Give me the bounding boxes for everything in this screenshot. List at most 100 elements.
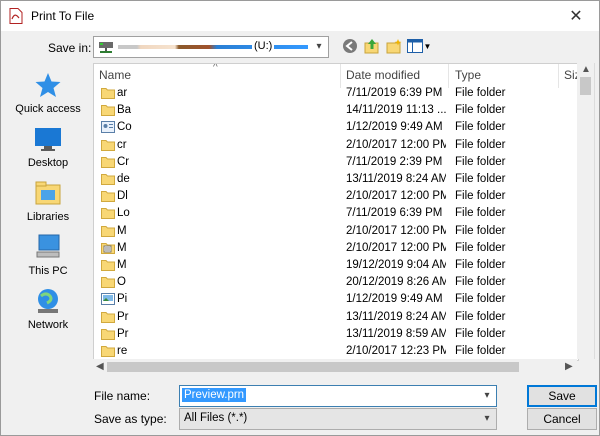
folder-icon [101,225,115,237]
file-name-cell: ar [117,87,128,99]
file-date-cell: 2/10/2017 12:00 PM [346,224,446,237]
folder-icon [101,260,115,271]
table-row[interactable]: O 20/12/2019 8:26 AM File folder [94,274,578,291]
folder-icon [101,174,115,185]
file-date-cell: 13/11/2019 8:24 AM [346,310,446,323]
chevron-down-icon[interactable]: ▾ [480,411,494,425]
save-button[interactable]: Save [527,385,597,407]
file-name-cell: cr [117,138,127,151]
file-type-cell: File folder [455,190,506,203]
file-type-cell: File folder [455,224,506,237]
save-in-combobox[interactable]: (U:) ▾ [93,36,329,58]
chevron-down-icon[interactable]: ▾ [480,388,494,402]
folder-icon [101,139,115,151]
table-row[interactable]: Pr 13/11/2019 8:24 AM File folder [94,309,578,326]
file-name-cell: de [117,173,130,185]
up-folder-button[interactable] [363,37,381,55]
table-row[interactable]: M 19/12/2019 9:04 AM File folder [94,257,578,274]
save-in-label: Save in: [48,41,92,55]
chevron-down-icon[interactable]: ▾ [312,39,326,53]
table-row[interactable]: Ba 14/11/2019 11:13 ... File folder [94,102,578,119]
view-menu-button[interactable]: ▼ [406,37,432,55]
table-row[interactable]: M 2/10/2017 12:00 PM File folder [94,240,578,257]
table-row[interactable]: de 13/11/2019 8:24 AM File folder [94,171,578,188]
scroll-right-arrow-icon[interactable]: ▶ [565,361,573,372]
pictures-folder-icon [101,293,115,306]
folder-icon [101,88,115,99]
folder-icon [101,328,115,340]
libraries-icon [35,181,61,205]
file-type-cell: File folder [455,121,506,134]
file-name-cell: Co [117,121,132,134]
file-date-cell: 7/11/2019 2:39 PM [346,155,443,168]
file-name-cell: Lo [117,207,130,220]
file-type-cell: File folder [455,327,506,340]
table-row[interactable]: Co 1/12/2019 9:49 AM File folder [94,119,578,136]
file-name-cell: O [117,276,126,289]
table-row[interactable]: Pr 13/11/2019 8:59 AM File folder [94,326,578,343]
table-row[interactable]: Lo 7/11/2019 6:39 PM File folder [94,205,578,222]
vertical-scroll-thumb[interactable] [580,77,591,95]
desktop-icon [35,128,61,151]
place-network[interactable]: Network [9,287,87,331]
table-row[interactable]: ar 7/11/2019 6:39 PM File folder [94,85,578,102]
file-name-cell: Dl [117,190,128,203]
save-as-type-select[interactable]: All Files (*.*) ▾ [179,408,497,430]
file-name-cell: M [117,241,127,254]
new-folder-button[interactable] [385,37,403,55]
table-row[interactable]: Pi 1/12/2019 9:49 AM File folder [94,291,578,308]
place-quick-access[interactable]: Quick access [9,71,87,115]
folder-icon [101,311,115,323]
file-date-cell: 1/12/2019 9:49 AM [346,293,443,306]
file-list[interactable]: Name ^ Date modified Type Size ar7/11/20… [93,63,579,361]
folder-icon [101,156,115,168]
file-name-cell: M [117,259,127,271]
chevron-down-icon: ▼ [423,41,432,51]
file-date-cell: 13/11/2019 8:59 AM [346,327,446,340]
table-row[interactable]: re 2/10/2017 12:23 PM File folder [94,343,578,360]
place-this-pc[interactable]: This PC [9,233,87,277]
file-name-cell: Pr [117,327,129,340]
file-type-cell: File folder [455,155,506,168]
folder-icon [101,208,115,220]
title-bar: Print To File ✕ [1,1,599,31]
cancel-button[interactable]: Cancel [527,408,597,430]
file-date-cell: 1/12/2019 9:49 AM [346,121,443,134]
close-button[interactable]: ✕ [553,1,599,31]
contacts-folder-icon [101,121,115,134]
file-date-cell: 7/11/2019 6:39 PM [346,87,443,99]
table-row[interactable]: Dl 2/10/2017 12:00 PM File folder [94,188,578,205]
file-date-cell: 13/11/2019 8:24 AM [346,173,446,185]
table-row[interactable]: M 2/10/2017 12:00 PM File folder [94,223,578,240]
horizontal-scrollbar[interactable]: ◀ ▶ [93,359,577,375]
table-row[interactable]: cr 2/10/2017 12:00 PM File folder [94,137,578,154]
places-bar: Quick access Desktop Libraries This PC N… [9,63,87,363]
save-as-type-label: Save as type: [94,412,167,426]
file-type-cell: File folder [455,345,506,357]
file-type-cell: File folder [455,87,506,99]
file-date-cell: 14/11/2019 11:13 ... [346,104,446,117]
sort-ascending-icon: ^ [213,63,218,73]
back-arrow-icon [343,39,357,53]
computer-icon [36,234,60,258]
horizontal-scroll-thumb[interactable] [107,362,519,372]
place-libraries[interactable]: Libraries [9,179,87,223]
file-date-cell: 7/11/2019 6:39 PM [346,207,443,220]
pdf-document-icon [9,8,23,24]
file-name-combobox[interactable]: Preview.prn ▾ [179,385,497,407]
vertical-scrollbar[interactable]: ▲ [577,63,595,359]
scroll-left-arrow-icon[interactable]: ◀ [96,361,104,372]
file-type-cell: File folder [455,138,506,151]
file-type-cell: File folder [455,104,506,117]
table-row[interactable]: Cr 7/11/2019 2:39 PM File folder [94,154,578,171]
file-type-cell: File folder [455,310,506,323]
file-type-cell: File folder [455,241,506,254]
file-name-cell: Ba [117,104,132,117]
back-button[interactable] [341,37,359,55]
place-desktop[interactable]: Desktop [9,125,87,169]
file-date-cell: 2/10/2017 12:00 PM [346,241,446,254]
file-name-input[interactable]: Preview.prn [182,388,247,402]
star-icon [35,73,61,97]
file-type-cell: File folder [455,173,506,185]
scroll-up-arrow-icon[interactable]: ▲ [581,64,591,75]
